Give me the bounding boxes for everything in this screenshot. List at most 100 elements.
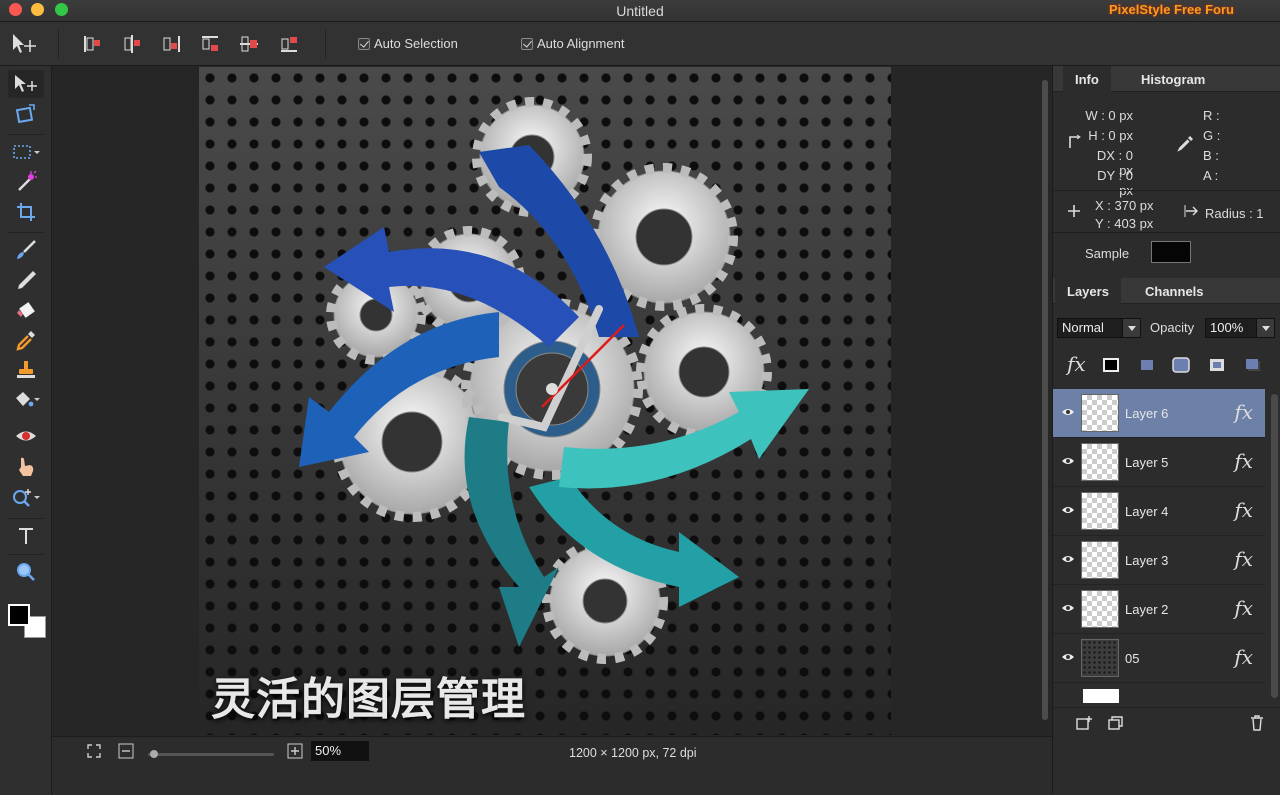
text-tool[interactable] xyxy=(8,522,44,550)
eyedropper-tool[interactable] xyxy=(8,326,44,354)
layer-row[interactable]: Layer 3 fx xyxy=(1053,536,1265,585)
crop-tool[interactable] xyxy=(8,198,44,226)
layers-list: Layer 6 fx Layer 5 fx Layer 4 fx Layer 3… xyxy=(1053,389,1280,707)
tool-palette xyxy=(0,66,52,795)
checkbox-checked-icon[interactable] xyxy=(358,37,370,50)
image-canvas[interactable]: 灵活的图层管理 xyxy=(199,67,891,735)
visibility-eye-icon[interactable] xyxy=(1061,652,1075,662)
eraser-tool[interactable] xyxy=(8,296,44,324)
checkbox-checked-icon[interactable] xyxy=(521,37,533,50)
fit-screen-icon[interactable] xyxy=(86,743,102,759)
pencil-icon xyxy=(18,271,36,289)
visibility-eye-icon[interactable] xyxy=(1061,554,1075,564)
stamp-tool[interactable] xyxy=(8,356,44,384)
auto-alignment-checkbox[interactable]: Auto Alignment xyxy=(521,36,624,51)
align-middle-vertical-icon[interactable] xyxy=(238,33,260,55)
layers-scrollbar[interactable] xyxy=(1271,394,1278,698)
visibility-eye-icon[interactable] xyxy=(1061,603,1075,613)
layer-row[interactable]: Layer 6 fx xyxy=(1053,389,1265,438)
layer-fx-icon[interactable]: fx xyxy=(1234,547,1253,571)
tab-layers[interactable]: Layers xyxy=(1055,278,1121,304)
auto-selection-checkbox[interactable]: Auto Selection xyxy=(358,36,458,51)
opacity-select[interactable]: 100% xyxy=(1205,318,1275,338)
opacity-value: 100% xyxy=(1210,320,1244,335)
marquee-tool[interactable] xyxy=(8,138,44,166)
brush-tool[interactable] xyxy=(8,236,44,264)
layer-fx-icon[interactable]: fx xyxy=(1234,449,1253,473)
crosshair-icon xyxy=(1068,205,1080,217)
zoom-slider[interactable] xyxy=(148,753,274,756)
color-swatches[interactable] xyxy=(8,604,48,640)
zoom-input[interactable]: 50% xyxy=(311,741,369,761)
paint-bucket-tool[interactable] xyxy=(8,386,44,414)
layer-fx-icon[interactable]: fx xyxy=(1234,596,1253,620)
duplicate-layer-icon[interactable] xyxy=(1107,715,1125,731)
zoom-slider-knob[interactable] xyxy=(150,750,158,758)
layer-fx-icon[interactable]: fx xyxy=(1234,498,1253,522)
layer-thumbnail xyxy=(1081,492,1119,530)
stroke-style-icon[interactable] xyxy=(1101,356,1121,374)
toolbar-divider xyxy=(58,30,59,58)
shadow-style-icon[interactable] xyxy=(1243,356,1263,374)
transform-icon xyxy=(15,104,35,124)
info-r: R : xyxy=(1203,108,1220,123)
fill-style-icon[interactable] xyxy=(1137,356,1157,374)
info-b: B : xyxy=(1203,148,1219,163)
layer-row[interactable]: Layer 4 fx xyxy=(1053,487,1265,536)
fx-effects-button[interactable]: fx xyxy=(1067,352,1086,376)
layer-thumbnail xyxy=(1081,639,1119,677)
zoom-tool-dropdown[interactable] xyxy=(8,484,44,512)
zoom-view-tool[interactable] xyxy=(8,558,44,586)
transform-tool[interactable] xyxy=(8,100,44,128)
pencil-tool[interactable] xyxy=(8,266,44,294)
zoom-in-icon[interactable] xyxy=(287,743,303,759)
layers-footer xyxy=(1053,707,1280,737)
info-x: X : 370 px xyxy=(1095,198,1154,213)
tab-channels[interactable]: Channels xyxy=(1145,284,1204,299)
layer-row[interactable]: Layer 2 fx xyxy=(1053,585,1265,634)
chevron-down-icon xyxy=(1122,319,1140,337)
layer-row[interactable]: 05 fx xyxy=(1053,634,1265,683)
foreground-color-swatch[interactable] xyxy=(8,604,30,626)
sample-color-swatch[interactable] xyxy=(1151,241,1191,263)
opacity-label: Opacity xyxy=(1150,320,1195,335)
align-top-icon[interactable] xyxy=(199,33,221,55)
layer-row-partial[interactable] xyxy=(1053,683,1265,707)
radius-arrow-icon xyxy=(1184,205,1198,217)
magic-wand-tool[interactable] xyxy=(8,168,44,196)
eye-icon xyxy=(16,431,36,441)
zoom-out-icon[interactable] xyxy=(118,743,134,759)
layer-fx-icon[interactable]: fx xyxy=(1234,400,1253,424)
tab-info[interactable]: Info xyxy=(1063,66,1111,92)
align-center-horizontal-icon[interactable] xyxy=(121,33,143,55)
move-tool-icon[interactable] xyxy=(10,32,38,56)
visibility-eye-icon[interactable] xyxy=(1061,407,1075,417)
red-eye-tool[interactable] xyxy=(8,422,44,450)
canvas-vertical-scrollbar[interactable] xyxy=(1042,80,1048,720)
trash-icon[interactable] xyxy=(1249,714,1265,732)
eraser-icon xyxy=(17,302,35,318)
layer-fx-icon[interactable]: fx xyxy=(1234,645,1253,669)
layer-row[interactable]: Layer 5 fx xyxy=(1053,438,1265,487)
blend-mode-select[interactable]: Normal xyxy=(1057,318,1141,338)
smudge-tool[interactable] xyxy=(8,452,44,480)
new-layer-icon[interactable] xyxy=(1075,715,1093,731)
move-tool[interactable] xyxy=(8,70,44,98)
inner-glow-style-icon[interactable] xyxy=(1207,356,1227,374)
blend-mode-value: Normal xyxy=(1062,320,1104,335)
align-left-icon[interactable] xyxy=(81,33,103,55)
align-bottom-icon[interactable] xyxy=(278,33,300,55)
paint-bucket-icon xyxy=(16,392,40,407)
info-a: A : xyxy=(1203,168,1219,183)
info-w: W : 0 px xyxy=(1085,108,1133,123)
tab-histogram[interactable]: Histogram xyxy=(1141,72,1205,87)
align-right-icon[interactable] xyxy=(161,33,183,55)
chevron-down-icon xyxy=(1256,319,1274,337)
layer-thumbnail xyxy=(1081,394,1119,432)
text-icon xyxy=(19,528,33,544)
options-toolbar: Auto Selection Auto Alignment xyxy=(0,22,1280,66)
gears-artwork xyxy=(299,97,809,664)
bevel-style-icon[interactable] xyxy=(1171,356,1191,374)
visibility-eye-icon[interactable] xyxy=(1061,505,1075,515)
visibility-eye-icon[interactable] xyxy=(1061,456,1075,466)
